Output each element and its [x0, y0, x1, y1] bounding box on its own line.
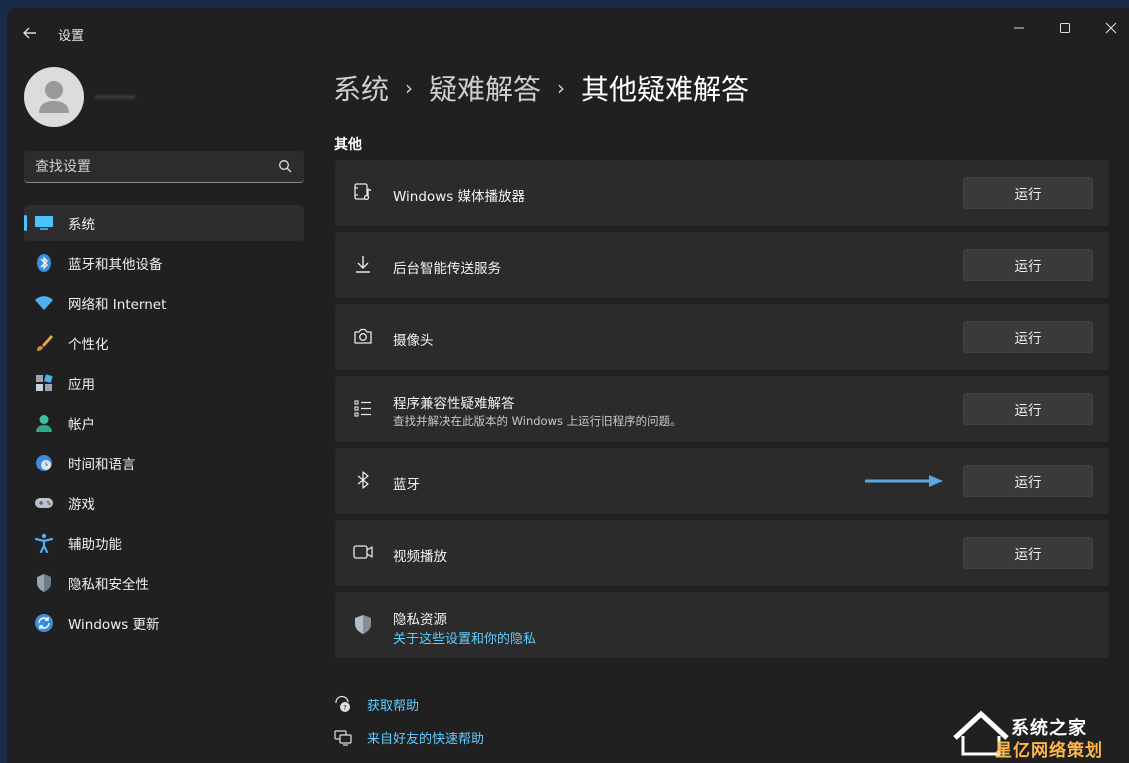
troubleshooter-list: Windows 媒体播放器 运行 后台智能传送服务 运行 摄像头 运行 程序兼容…	[335, 160, 1109, 664]
sidebar-item-gaming[interactable]: 游戏	[24, 485, 304, 521]
breadcrumb-item-troubleshoot[interactable]: 疑难解答	[429, 68, 541, 108]
brush-icon	[34, 333, 54, 353]
sidebar-item-privacy[interactable]: 隐私和安全性	[24, 565, 304, 601]
troubleshooter-title: 摄像头	[393, 333, 434, 349]
system-icon	[34, 213, 54, 233]
close-icon	[1105, 22, 1117, 34]
troubleshooter-bluetooth: 蓝牙 运行	[335, 448, 1109, 514]
sidebar-item-label: 隐私和安全性	[68, 577, 149, 593]
privacy-resources: 隐私资源 关于这些设置和你的隐私	[335, 592, 1109, 658]
troubleshooter-title: 后台智能传送服务	[393, 261, 501, 277]
get-help-link[interactable]: ? 获取帮助	[333, 694, 419, 714]
sidebar-item-label: 帐户	[68, 417, 95, 433]
troubleshooter-title: 程序兼容性疑难解答	[393, 396, 515, 412]
sidebar-item-time-language[interactable]: 时间和语言	[24, 445, 304, 481]
sidebar-item-label: 系统	[68, 217, 95, 233]
help-icon: ?	[335, 695, 350, 712]
arrow-right-icon	[865, 475, 943, 487]
download-icon	[356, 256, 370, 273]
shield-icon	[355, 615, 371, 634]
troubleshooter-program-compat: 程序兼容性疑难解答 查找并解决在此版本的 Windows 上运行旧程序的问题。 …	[335, 376, 1109, 442]
shield-icon	[34, 573, 54, 593]
user-icon	[39, 81, 69, 113]
page-title: 其他疑难解答	[581, 73, 750, 106]
section-title: 其他	[334, 137, 362, 153]
sidebar-item-windows-update[interactable]: Windows 更新	[24, 605, 304, 641]
run-button[interactable]: 运行	[963, 537, 1093, 569]
sidebar-item-label: 时间和语言	[68, 457, 136, 473]
media-player-icon	[354, 183, 372, 201]
troubleshooter-media-player: Windows 媒体播放器 运行	[335, 160, 1109, 226]
video-icon	[353, 545, 373, 559]
get-help-label: 获取帮助	[367, 698, 420, 714]
camera-icon	[354, 328, 372, 344]
avatar[interactable]	[24, 67, 84, 127]
sidebar-item-accessibility[interactable]: 辅助功能	[24, 525, 304, 561]
troubleshooter-video-playback: 视频播放 运行	[335, 520, 1109, 586]
maximize-button[interactable]	[1051, 16, 1079, 40]
sidebar-item-label: 蓝牙和其他设备	[68, 257, 163, 273]
breadcrumb-item-system[interactable]: 系统	[333, 68, 389, 108]
troubleshooter-camera: 摄像头 运行	[335, 304, 1109, 370]
chevron-right-icon: ›	[557, 76, 566, 100]
search-input[interactable]	[24, 151, 304, 182]
accessibility-icon	[34, 533, 54, 553]
sidebar-item-label: 网络和 Internet	[68, 297, 167, 313]
search-box[interactable]	[24, 151, 304, 183]
troubleshooter-title: 蓝牙	[393, 477, 420, 493]
sidebar-item-personalization[interactable]: 个性化	[24, 325, 304, 361]
run-button[interactable]: 运行	[963, 249, 1093, 281]
app-title: 设置	[58, 29, 85, 44]
gamepad-icon	[34, 493, 54, 513]
user-name-redacted	[95, 88, 155, 110]
wifi-icon	[34, 293, 54, 313]
breadcrumb: 系统 › 疑难解答 › 其他疑难解答	[333, 68, 749, 108]
svg-text:?: ?	[343, 704, 347, 712]
globe-clock-icon	[34, 453, 54, 473]
troubleshooter-bits: 后台智能传送服务 运行	[335, 232, 1109, 298]
maximize-icon	[1060, 23, 1070, 33]
bluetooth-icon	[357, 471, 369, 489]
minimize-button[interactable]	[1005, 16, 1033, 40]
troubleshooter-title: 视频播放	[393, 549, 447, 565]
sidebar-item-label: 游戏	[68, 497, 95, 513]
sidebar-item-apps[interactable]: 应用	[24, 365, 304, 401]
close-button[interactable]	[1097, 16, 1125, 40]
watermark-text-sub: 星亿网络策划	[995, 741, 1103, 761]
apps-icon	[34, 373, 54, 393]
remote-assist-icon	[334, 730, 352, 746]
run-button[interactable]: 运行	[963, 321, 1093, 353]
troubleshooter-description: 查找并解决在此版本的 Windows 上运行旧程序的问题。	[393, 414, 682, 428]
sidebar-nav: 系统 蓝牙和其他设备 网络和 Internet 个性化 应用 帐户 时间和语言 …	[24, 205, 304, 645]
run-button[interactable]: 运行	[963, 177, 1093, 209]
privacy-link[interactable]: 关于这些设置和你的隐私	[393, 628, 536, 647]
sidebar-item-bluetooth[interactable]: 蓝牙和其他设备	[24, 245, 304, 281]
privacy-title: 隐私资源	[393, 612, 447, 628]
run-button[interactable]: 运行	[963, 393, 1093, 425]
quick-assist-link[interactable]: 来自好友的快速帮助	[333, 727, 484, 747]
watermark-logo: 系统之家 星亿网络策划	[951, 706, 1126, 761]
update-icon	[34, 613, 54, 633]
sidebar-item-label: Windows 更新	[68, 617, 160, 633]
list-icon	[354, 400, 371, 417]
back-button[interactable]	[19, 22, 41, 44]
sidebar-item-system[interactable]: 系统	[24, 205, 304, 241]
quick-assist-label: 来自好友的快速帮助	[367, 731, 485, 747]
run-button[interactable]: 运行	[963, 465, 1093, 497]
sidebar-item-label: 个性化	[68, 337, 109, 353]
troubleshooter-title: Windows 媒体播放器	[393, 189, 526, 205]
bluetooth-icon	[34, 253, 54, 273]
minimize-icon	[1014, 27, 1024, 29]
back-arrow-icon	[23, 27, 36, 39]
search-icon[interactable]	[278, 159, 292, 173]
sidebar-item-label: 应用	[68, 377, 95, 393]
sidebar-item-accounts[interactable]: 帐户	[24, 405, 304, 441]
sidebar-item-network[interactable]: 网络和 Internet	[24, 285, 304, 321]
settings-window: 设置 系统 蓝牙和其他设备	[7, 8, 1129, 763]
sidebar-item-label: 辅助功能	[68, 537, 122, 553]
title-bar: 设置	[7, 8, 1129, 58]
chevron-right-icon: ›	[405, 76, 414, 100]
account-icon	[34, 413, 54, 433]
